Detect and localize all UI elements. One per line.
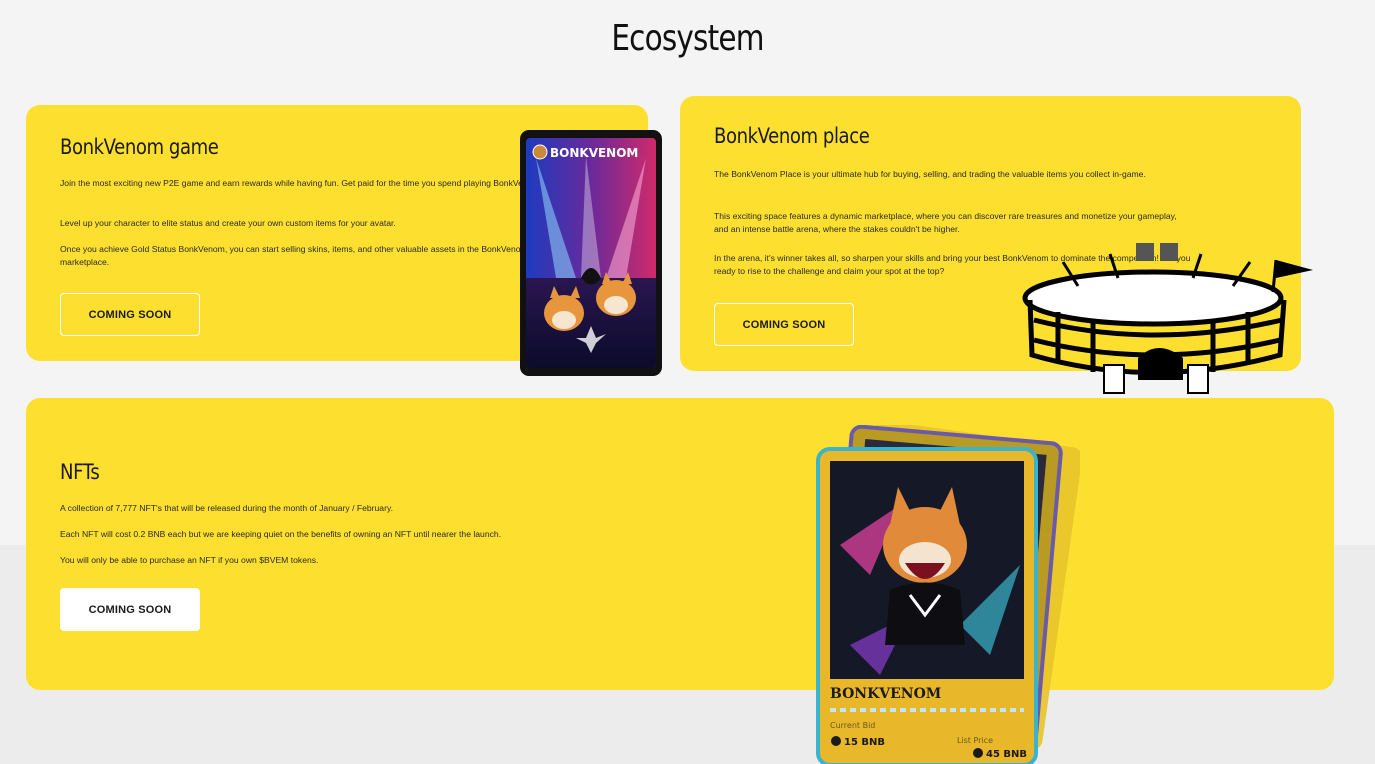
nft-card-illustration: BONKVENOM Current Bid 15 BNB List Price … xyxy=(816,425,1080,764)
card-paragraph: A collection of 7,777 NFT's that will be… xyxy=(60,503,393,513)
card-paragraph: Each NFT will cost 0.2 BNB each but we a… xyxy=(60,529,502,539)
card-paragraph: You will only be able to purchase an NFT… xyxy=(60,555,319,565)
card-paragraph: This exciting space features a dynamic m… xyxy=(714,211,1177,235)
card-nfts: NFTs A collection of 7,777 NFT's that wi… xyxy=(26,398,1334,690)
section-title: Ecosystem xyxy=(611,18,764,59)
card-paragraph: The BonkVenom Place is your ultimate hub… xyxy=(714,169,1146,179)
current-bid-value: 15 BNB xyxy=(844,737,885,748)
game-screen-art: BONKVENOM xyxy=(526,138,656,368)
coming-soon-button-game[interactable]: COMING SOON xyxy=(60,293,200,336)
current-bid-label: Current Bid xyxy=(830,721,875,730)
coming-soon-button-place[interactable]: COMING SOON xyxy=(714,303,854,346)
stadium-illustration xyxy=(1022,243,1313,394)
phone-logo-text: BONKVENOM xyxy=(550,146,638,160)
list-price-value: 45 BNB xyxy=(986,749,1027,760)
card-title: NFTs xyxy=(60,460,100,484)
card-paragraph: Join the most exciting new P2E game and … xyxy=(60,178,543,188)
list-price-label: List Price xyxy=(957,736,993,745)
card-paragraph: Once you achieve Gold Status BonkVenom, … xyxy=(60,244,528,268)
card-title: BonkVenom game xyxy=(60,135,219,159)
card-paragraph: Level up your character to elite status … xyxy=(60,218,396,228)
phone-game-illustration: BONKVENOM xyxy=(520,130,662,376)
card-title: BonkVenom place xyxy=(714,124,870,148)
coming-soon-button-nft[interactable]: COMING SOON xyxy=(60,588,200,631)
nft-card-name: BONKVENOM xyxy=(830,686,941,702)
